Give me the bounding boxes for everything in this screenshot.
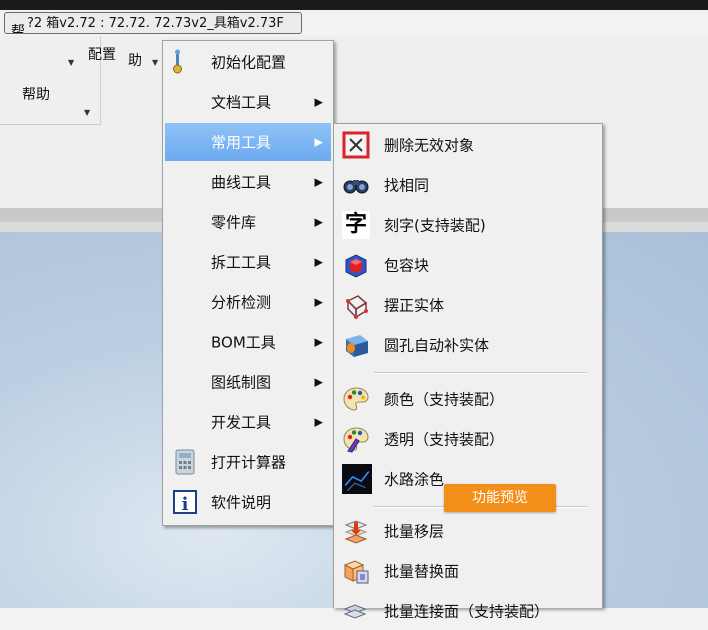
toolbox-menu: 初始化配置 文档工具 ▶ 常用工具 ▶ 曲线工具 ▶ 零件库 ▶ 拆工工具 ▶ … [162,40,334,526]
feature-preview-button[interactable]: 功能预览 [444,484,556,512]
config-label[interactable]: 配置 [88,44,116,64]
submenu-arrow-icon: ▶ [314,95,323,109]
menu-item-label: 透明（支持装配） [384,430,505,449]
submenu-item-batch-move-layer[interactable]: 批量移层 [336,512,600,550]
menu-item-label: 批量替换面 [384,562,460,581]
common-tools-submenu: 删除无效对象 找相同 字 刻字(支持装配) 包容块 摆正实体 圆孔自动补实体 颜… [333,123,603,621]
submenu-arrow-icon: ▶ [314,375,323,389]
submenu-separator [374,372,588,374]
ribbon-help-group[interactable]: 帮助 ▼ [0,36,101,125]
menu-item-label: 圆孔自动补实体 [384,336,490,355]
submenu-item-color[interactable]: 颜色（支持装配） [336,380,600,418]
settings-gear-icon [173,49,182,74]
menu-item-label: 零件库 [211,213,257,232]
help-short-label[interactable]: 助 [128,50,142,70]
menu-item-label: 开发工具 [211,413,272,432]
waterline-color-icon [342,464,372,494]
ribbon-dropdown-arrow-2[interactable]: ▼ [152,58,158,67]
transparency-palette-icon [343,427,369,453]
menu-item-label: 分析检测 [211,293,272,312]
submenu-item-batch-connect-face[interactable]: 批量连接面（支持装配） [336,592,600,630]
submenu-item-transparency[interactable]: 透明（支持装配） [336,420,600,458]
align-solid-icon [346,295,368,319]
menu-item-label: 初始化配置 [211,53,287,72]
menu-item-analysis[interactable]: 分析检测 ▶ [165,283,331,321]
submenu-item-find-same[interactable]: 找相同 [336,166,600,204]
window-title: ?2 箱v2.72 : 72.72. 72.73v2_具箱v2.73F [27,16,284,31]
title-prefix: 帮 [11,24,25,34]
menu-item-label: 包容块 [384,256,430,275]
submenu-arrow-icon: ▶ [314,415,323,429]
menu-item-label: 摆正实体 [384,296,445,315]
svg-text:i: i [182,494,189,515]
menu-item-label: 批量移层 [384,522,445,541]
menu-item-drawing[interactable]: 图纸制图 ▶ [165,363,331,401]
fill-hole-icon [346,335,368,357]
help-dropdown-arrow[interactable]: ▼ [84,108,90,117]
color-palette-icon [343,387,369,411]
calculator-icon [175,449,195,475]
menu-item-parts-library[interactable]: 零件库 ▶ [165,203,331,241]
menu-item-label: 批量连接面（支持装配） [384,602,550,621]
ribbon-dropdown-arrow[interactable]: ▼ [68,58,74,67]
submenu-item-bounding-block[interactable]: 包容块 [336,246,600,284]
menu-item-label: 打开计算器 [211,453,287,472]
menu-item-label: 找相同 [384,176,430,195]
delete-invalid-icon [342,131,370,159]
top-dark-strip [0,0,708,10]
info-icon: i [173,490,197,515]
menu-item-label: 刻字(支持装配) [384,216,486,235]
menu-item-split-tools[interactable]: 拆工工具 ▶ [165,243,331,281]
menu-item-label: 常用工具 [211,133,272,152]
submenu-item-engrave[interactable]: 字 刻字(支持装配) [336,206,600,244]
help-label: 帮助 [22,87,50,103]
batch-connect-face-icon [343,604,367,619]
menu-item-label: 颜色（支持装配） [384,390,505,409]
menu-item-label: 文档工具 [211,93,272,112]
menu-item-calculator[interactable]: 打开计算器 [165,443,331,481]
batch-replace-face-icon [343,560,369,584]
submenu-item-batch-replace-face[interactable]: 批量替换面 [336,552,600,590]
submenu-arrow-icon: ▶ [314,255,323,269]
submenu-arrow-icon: ▶ [314,175,323,189]
submenu-arrow-icon: ▶ [314,295,323,309]
submenu-item-align-solid[interactable]: 摆正实体 [336,286,600,324]
menu-item-dev-tools[interactable]: 开发工具 ▶ [165,403,331,441]
menu-item-about[interactable]: i 软件说明 [165,483,331,521]
submenu-arrow-icon: ▶ [314,335,323,349]
menu-item-label: 曲线工具 [211,173,272,192]
menu-item-label: 拆工工具 [211,253,272,272]
menu-item-init-config[interactable]: 初始化配置 [165,43,331,81]
menu-item-bom-tools[interactable]: BOM工具 ▶ [165,323,331,361]
submenu-item-delete-invalid[interactable]: 删除无效对象 [336,126,600,164]
menu-item-doc-tools[interactable]: 文档工具 ▶ [165,83,331,121]
submenu-arrow-icon: ▶ [314,135,323,149]
submenu-item-fill-hole[interactable]: 圆孔自动补实体 [336,326,600,364]
window-title-tab[interactable]: 帮 ?2 箱v2.72 : 72.72. 72.73v2_具箱v2.73F [4,12,302,34]
menu-item-label: 软件说明 [211,493,272,512]
menu-item-label: BOM工具 [211,333,276,352]
bounding-box-icon [345,254,367,278]
menu-item-label: 水路涂色 [384,470,445,489]
menu-item-common-tools[interactable]: 常用工具 ▶ [165,123,331,161]
menu-item-label: 图纸制图 [211,373,272,392]
batch-move-layer-icon [344,520,368,544]
binoculars-icon [343,180,369,194]
menu-item-curve-tools[interactable]: 曲线工具 ▶ [165,163,331,201]
submenu-arrow-icon: ▶ [314,215,323,229]
engrave-text-icon: 字 [342,211,370,239]
menu-item-label: 删除无效对象 [384,136,475,155]
